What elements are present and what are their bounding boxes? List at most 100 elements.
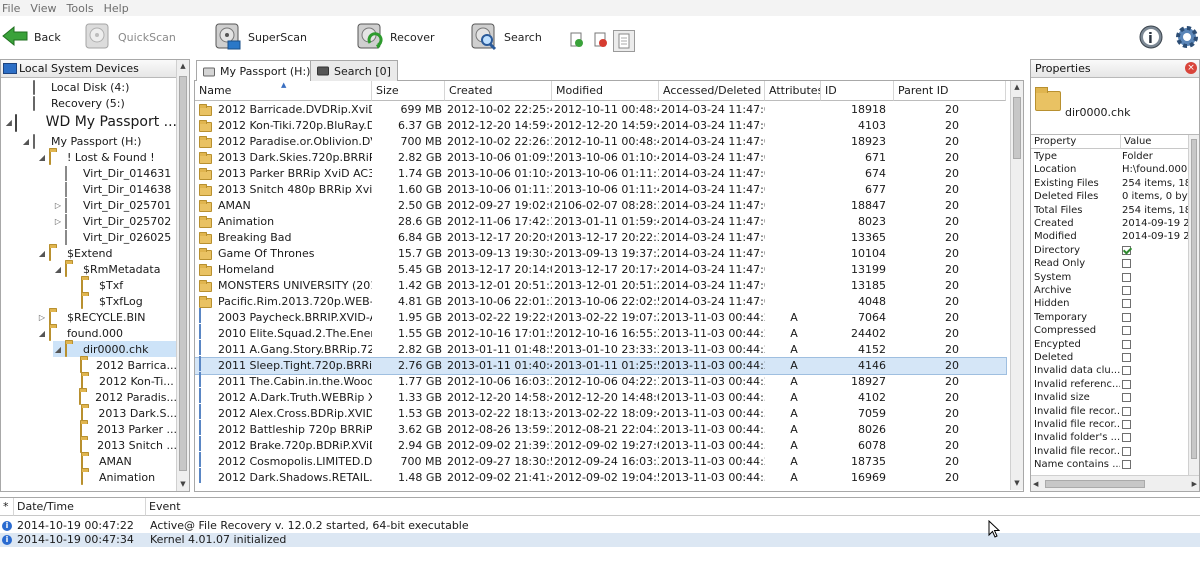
expand-toggle-icon[interactable]: ◢ <box>37 249 47 258</box>
table-row[interactable]: 2011 A.Gang.Story.BRRip.720p.... 2.82 GB 2… <box>195 340 1006 358</box>
table-row[interactable]: 2011 Sleep.Tight.720p.BRRip.X... 2.76 GB 2… <box>195 356 1007 375</box>
tree-item[interactable]: $TxfLog <box>69 293 177 309</box>
mark-file-button[interactable] <box>570 30 584 50</box>
table-row[interactable]: Pacific.Rim.2013.720p.WEB-DL... 4.81 GB 20… <box>195 294 1006 310</box>
expand-toggle-icon[interactable]: ◢ <box>37 153 47 162</box>
menu-file[interactable]: File <box>0 2 28 15</box>
tree-item[interactable]: 2013 Snitch ... <box>69 437 177 453</box>
property-row[interactable]: Read Only <box>1031 257 1189 270</box>
tab-search[interactable]: Search [0] <box>310 60 398 81</box>
table-row[interactable]: 2012 Barricade.DVDRip.XviD-V...699 MB201… <box>195 102 1006 118</box>
column-header[interactable]: Created <box>445 81 552 101</box>
tree-item[interactable]: 2012 Barrica... <box>69 357 177 373</box>
tree-item[interactable]: 2012 Paradis... <box>69 389 177 405</box>
properties-hscrollbar[interactable]: ◀ ▶ <box>1031 475 1199 491</box>
property-row[interactable]: Created 2014-09-19 21:... <box>1031 217 1189 230</box>
tree-item[interactable]: $Txf <box>69 277 177 293</box>
about-button[interactable]: i <box>1138 20 1164 54</box>
property-row[interactable]: Total Files 254 items, 185 <box>1031 204 1189 217</box>
tree-item[interactable]: Local Disk (4:) <box>21 79 177 95</box>
property-row[interactable]: Name contains ... <box>1031 458 1189 471</box>
tree-item[interactable]: ◢ found.000 <box>37 325 177 341</box>
property-row[interactable]: Archive <box>1031 284 1189 297</box>
table-row[interactable]: 2003 Paycheck.BRRIP.XVID-AC... 1.95 GB 201… <box>195 308 1006 326</box>
tree-item[interactable]: ◢ $Extend <box>37 245 177 261</box>
properties-col-property[interactable]: Property <box>1031 135 1121 149</box>
property-row[interactable]: Temporary <box>1031 311 1189 324</box>
tree-item[interactable]: Recovery (5:) <box>21 95 177 111</box>
expand-toggle-icon[interactable]: ◢ <box>21 137 31 146</box>
property-row[interactable]: Invalid file recor... <box>1031 445 1189 458</box>
menu-view[interactable]: View <box>28 2 64 15</box>
tree-item[interactable]: ▷ Virt_Dir_025702 <box>53 213 177 229</box>
log-col-event[interactable]: Event <box>146 498 1200 516</box>
expand-toggle-icon[interactable]: ◢ <box>5 118 13 127</box>
table-row[interactable]: Breaking Bad6.84 GB2013-12-17 20:20:0520… <box>195 230 1006 246</box>
table-row[interactable]: 2011 The.Cabin.in.the.Woods.... 1.77 GB 20… <box>195 372 1006 390</box>
scroll-up-icon[interactable]: ▲ <box>177 60 189 73</box>
log-row[interactable]: i 2014-10-19 00:47:22 Active@ File Recover… <box>0 519 1200 533</box>
expand-toggle-icon[interactable]: ◢ <box>53 265 63 274</box>
unmark-file-button[interactable] <box>594 30 608 50</box>
property-row[interactable]: Deleted Files 0 items, 0 bytes <box>1031 190 1189 203</box>
menu-tools[interactable]: Tools <box>65 2 102 15</box>
properties-hscroll-thumb[interactable] <box>1045 480 1145 488</box>
file-view-button[interactable] <box>613 30 635 52</box>
column-header[interactable]: Size <box>372 81 445 101</box>
tree-scroll-thumb[interactable] <box>179 76 187 471</box>
table-row[interactable]: 2013 Snitch 480p BRRip XviD A... 1.60 GB 2… <box>195 182 1006 198</box>
property-row[interactable]: Modified 2014-09-19 21:... <box>1031 230 1189 243</box>
column-header[interactable]: Name ▲ <box>195 81 372 101</box>
property-row[interactable]: Invalid file recor... <box>1031 418 1189 431</box>
recover-button[interactable]: Recover <box>356 20 435 54</box>
expand-toggle-icon[interactable]: ▷ <box>37 313 47 322</box>
log-col-star[interactable]: * <box>0 498 14 516</box>
property-row[interactable]: Encypted <box>1031 338 1189 351</box>
tree-item[interactable]: 2013 Dark.S... <box>69 405 177 421</box>
tree-item[interactable]: ◢ WD My Passport ... <box>5 111 177 133</box>
property-row[interactable]: Location H:\found.000 <box>1031 163 1189 176</box>
tree-item[interactable]: Virt_Dir_026025 <box>53 229 177 245</box>
scroll-down-icon[interactable]: ▼ <box>1011 477 1023 490</box>
tree-item[interactable]: ◢ $RmMetadata <box>53 261 177 277</box>
property-row[interactable]: Invalid folder's ... <box>1031 431 1189 444</box>
tree-item[interactable]: Virt_Dir_014638 <box>53 181 177 197</box>
tree-item[interactable]: ▷ $RECYCLE.BIN <box>37 309 177 325</box>
log-row[interactable]: i 2014-10-19 00:47:34 Kernel 4.01.07 initi… <box>0 533 1200 547</box>
properties-scroll-thumb[interactable] <box>1191 139 1197 459</box>
menu-help[interactable]: Help <box>102 2 137 15</box>
scroll-right-icon[interactable]: ▶ <box>1192 476 1197 491</box>
property-row[interactable]: Invalid size <box>1031 391 1189 404</box>
table-row[interactable]: 2010 Elite.Squad.2.The.Enemy.... 1.55 GB 2… <box>195 324 1006 342</box>
column-header[interactable]: ID <box>821 81 894 101</box>
property-row[interactable]: Invalid file recor... <box>1031 405 1189 418</box>
table-row[interactable]: 2012 Cosmopolis.LIMITED.DVD... 700 MB 2012… <box>195 452 1006 470</box>
close-icon[interactable]: × <box>1185 62 1197 74</box>
table-row[interactable]: Animation 28.6 GB 2012-11-06 17:42:162013-… <box>195 214 1006 230</box>
tree-scrollbar[interactable]: ▲ ▼ <box>176 60 189 491</box>
column-header[interactable]: Accessed/Deleted <box>659 81 765 101</box>
tree-item[interactable]: ▷ Virt_Dir_025701 <box>53 197 177 213</box>
column-header[interactable]: Parent ID <box>894 81 1006 101</box>
expand-toggle-icon[interactable]: ◢ <box>53 345 63 354</box>
table-row[interactable]: 2012 Alex.Cross.BDRip.XVID.AC... 1.53 GB 2… <box>195 404 1006 422</box>
scroll-down-icon[interactable]: ▼ <box>177 478 189 491</box>
property-row[interactable]: Invalid referenc... <box>1031 378 1189 391</box>
property-row[interactable]: Type Folder <box>1031 150 1189 163</box>
tree-item[interactable]: Virt_Dir_014631 <box>53 165 177 181</box>
scroll-left-icon[interactable]: ◀ <box>1033 476 1038 491</box>
tree-item[interactable]: ◢ dir0000.chk <box>53 341 177 357</box>
search-button[interactable]: Search <box>470 20 542 54</box>
scroll-up-icon[interactable]: ▲ <box>1011 81 1023 94</box>
property-row[interactable]: Deleted <box>1031 351 1189 364</box>
file-scroll-thumb[interactable] <box>1013 97 1021 159</box>
table-row[interactable]: 2013 Dark.Skies.720p.BRRiP.XVi... 2.82 GB… <box>195 150 1006 166</box>
expand-toggle-icon[interactable]: ▷ <box>53 217 63 226</box>
tree-item[interactable]: AMAN <box>69 453 177 469</box>
table-row[interactable]: 2012 A.Dark.Truth.WEBRip Xvi... 1.33 GB 20… <box>195 388 1006 406</box>
tree-item[interactable]: 2012 Kon-Ti... <box>69 373 177 389</box>
expand-toggle-icon[interactable]: ◢ <box>37 329 47 338</box>
tree-item[interactable]: ◢ My Passport (H:) <box>21 133 177 149</box>
properties-scrollbar[interactable] <box>1188 135 1199 475</box>
column-header[interactable]: Attributes <box>765 81 821 101</box>
